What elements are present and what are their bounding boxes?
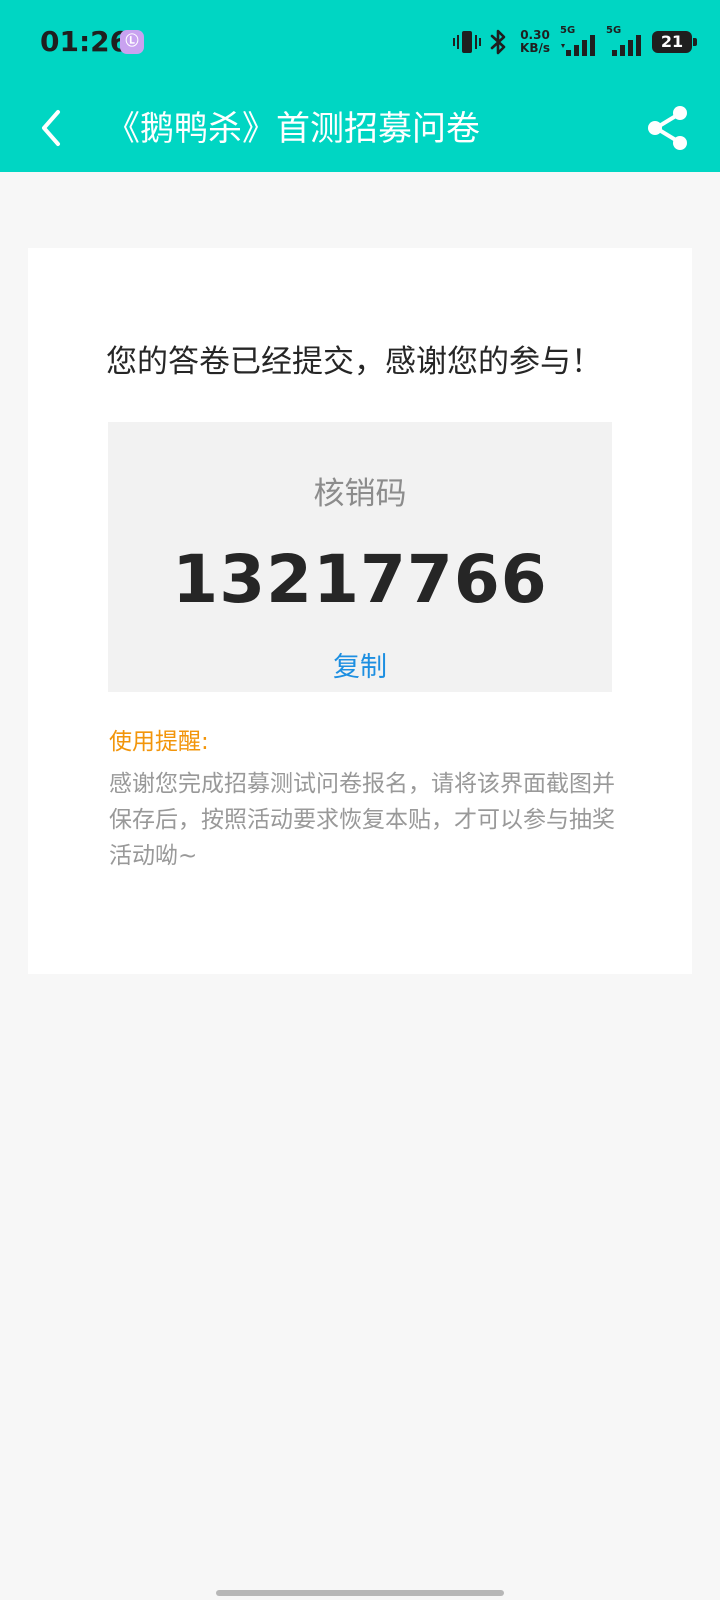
success-message: 您的答卷已经提交，感谢您的参与！	[106, 344, 602, 380]
status-time: 01:26	[40, 25, 130, 58]
signal-2-type: 5G	[606, 25, 622, 36]
back-button[interactable]	[28, 104, 76, 152]
nav-bar: 《鹅鸭杀》首测招募问卷	[0, 86, 720, 172]
code-label: 核销码	[313, 476, 407, 512]
bluetooth-icon	[488, 28, 510, 56]
notification-app-icon: Ⓛ	[120, 30, 144, 54]
code-value: 13217766	[172, 541, 548, 618]
copy-button[interactable]: 复制	[310, 648, 410, 688]
status-bar: 01:26 Ⓛ 0.30 KB/s 5G 5G 21	[0, 0, 720, 86]
verification-code-box: 核销码 13217766 复制	[108, 422, 612, 692]
share-button[interactable]	[642, 102, 694, 154]
status-icons: 0.30 KB/s 5G 5G 21	[452, 22, 697, 62]
share-icon	[648, 106, 687, 150]
reminder-title: 使用提醒:	[109, 729, 209, 755]
network-speed: 0.30 KB/s	[520, 29, 550, 55]
home-indicator[interactable]	[216, 1590, 504, 1596]
vibrate-icon	[452, 28, 482, 56]
back-arrow-icon	[42, 110, 60, 146]
signal-1-type: 5G	[560, 25, 576, 36]
signal-strength-1: 5G	[560, 26, 600, 58]
page-title: 《鹅鸭杀》首测招募问卷	[106, 109, 480, 149]
signal-strength-2: 5G	[606, 26, 646, 58]
app-header: 01:26 Ⓛ 0.30 KB/s 5G 5G 21 《鹅鸭杀》首测招募问卷	[0, 0, 720, 172]
network-speed-unit: KB/s	[520, 41, 550, 55]
submission-card: 您的答卷已经提交，感谢您的参与！ 核销码 13217766 复制 使用提醒: 感…	[28, 248, 692, 974]
reminder-text: 感谢您完成招募测试问卷报名，请将该界面截图并保存后，按照活动要求恢复本贴，才可以…	[109, 771, 615, 869]
battery-icon: 21	[652, 31, 697, 53]
